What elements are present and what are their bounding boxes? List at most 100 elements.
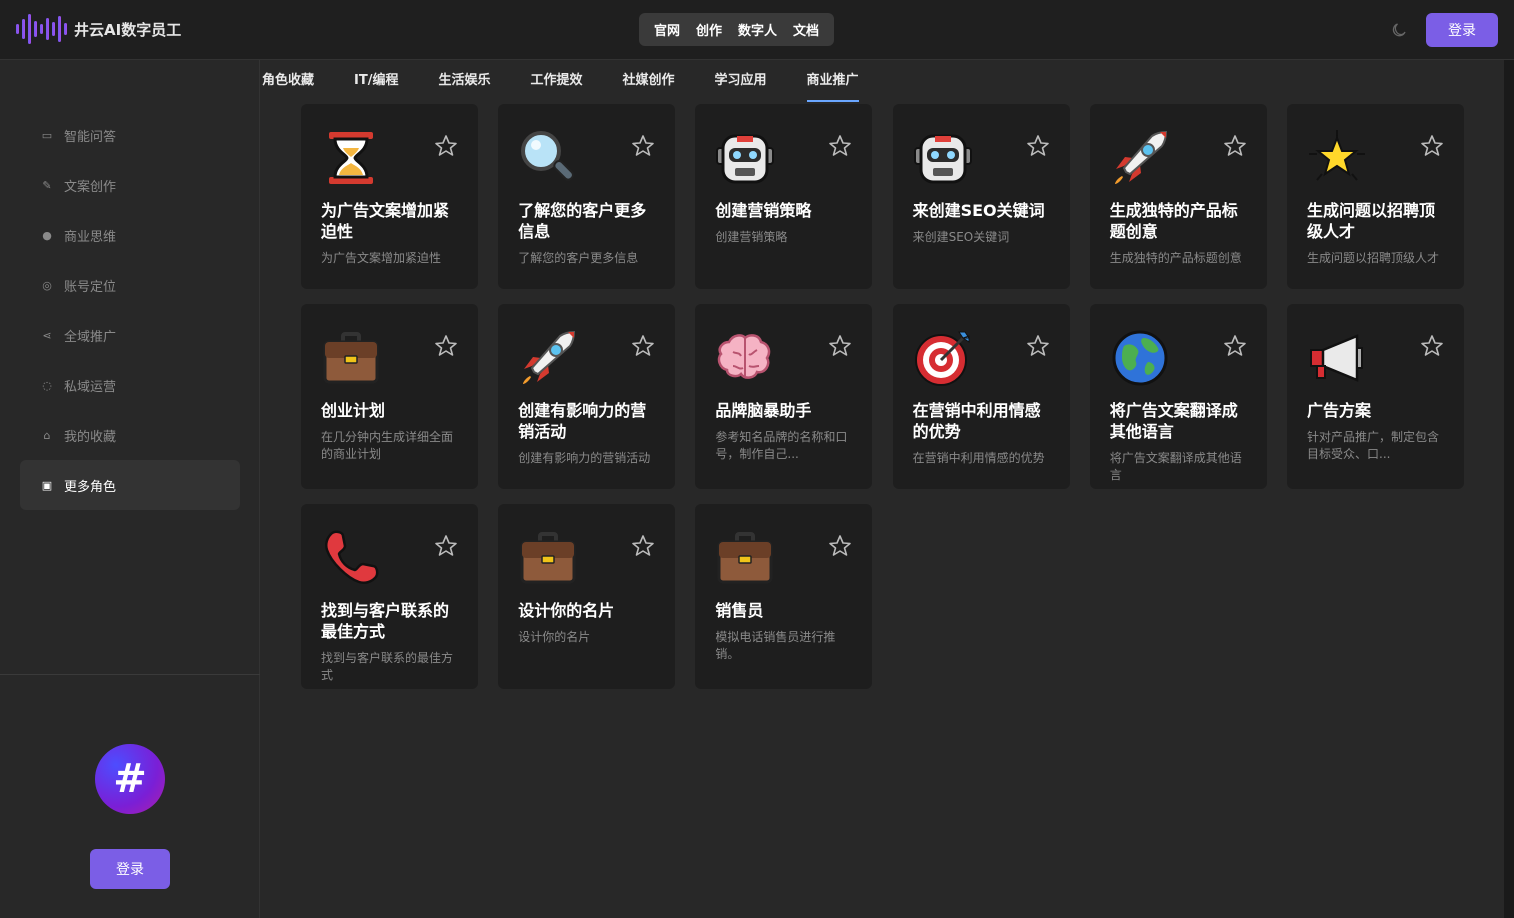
pen-icon: ✎ xyxy=(42,178,52,192)
logo[interactable]: 井云AI数字员工 xyxy=(16,14,181,44)
role-card[interactable]: 生成问题以招聘顶级人才 生成问题以招聘顶级人才 xyxy=(1287,104,1464,289)
grid-icon: ▣ xyxy=(41,478,53,492)
sidebar-item-business[interactable]: ● 商业思维 xyxy=(20,210,240,260)
card-title: 设计你的名片 xyxy=(518,601,615,620)
star-glow-icon xyxy=(1307,128,1367,188)
card-description: 了解您的客户更多信息 xyxy=(518,251,639,265)
sidebar-item-private[interactable]: ◌ 私域运营 xyxy=(20,360,240,410)
sidebar-login-button[interactable]: 登录 xyxy=(90,849,170,889)
card-description: 生成问题以招聘顶级人才 xyxy=(1307,251,1440,265)
role-card[interactable]: 销售员 模拟电话销售员进行推销。 xyxy=(695,504,873,689)
briefcase-icon xyxy=(321,328,381,388)
favorite-star-icon[interactable] xyxy=(1420,134,1444,158)
sidebar-item-label: 我的收藏 xyxy=(64,429,117,445)
favorite-star-icon[interactable] xyxy=(1223,134,1247,158)
app-name: 井云AI数字员工 xyxy=(74,20,182,39)
role-card[interactable]: 为广告文案增加紧迫性 为广告文案增加紧迫性 xyxy=(301,104,478,289)
card-description: 将广告文案翻译成其他语言 xyxy=(1109,451,1242,482)
favorite-star-icon[interactable] xyxy=(631,334,655,358)
tab-social[interactable]: 社媒创作 xyxy=(623,60,675,102)
sidebar-item-more-roles[interactable]: ▣ 更多角色 xyxy=(20,460,240,510)
tab-study[interactable]: 学习应用 xyxy=(715,60,767,102)
hourglass-icon xyxy=(321,128,381,188)
role-card[interactable]: 品牌脑暴助手 参考知名品牌的名称和口号，制作自己... xyxy=(695,304,873,489)
card-title: 创业计划 xyxy=(321,401,386,420)
card-description: 创建有影响力的营销活动 xyxy=(518,451,651,465)
card-title: 创建有影响力的营销活动 xyxy=(518,401,647,441)
nav-official-site[interactable]: 官网 xyxy=(646,20,688,39)
rocket-icon xyxy=(518,328,578,388)
moon-icon[interactable] xyxy=(1391,22,1407,38)
card-description: 创建营销策略 xyxy=(715,230,788,244)
tab-favorites[interactable]: 角色收藏 xyxy=(262,60,314,102)
sidebar-item-positioning[interactable]: ◎ 账号定位 xyxy=(20,260,240,310)
card-title: 为广告文案增加紧迫性 xyxy=(321,201,450,241)
role-card[interactable]: 创业计划在几分钟内生成详细全面的商业计划 xyxy=(301,304,478,489)
sidebar-menu: ▭ 智能问答 ✎ 文案创作 ● 商业思维 ◎ 账号定位 ⋖ 全域推广 ◌ 私域运… xyxy=(20,110,240,510)
favorite-star-icon[interactable] xyxy=(1420,334,1444,358)
sidebar-item-copywriting[interactable]: ✎ 文案创作 xyxy=(20,160,240,210)
card-description: 生成独特的产品标题创意 xyxy=(1109,251,1242,265)
role-card[interactable]: 生成独特的产品标题创意 生成独特的产品标题创意 xyxy=(1089,104,1267,289)
role-card[interactable]: 广告方案针对产品推广，制定包含目标受众、口... xyxy=(1287,304,1464,489)
divider xyxy=(0,674,260,675)
scrollbar[interactable] xyxy=(1504,60,1514,918)
favorite-star-icon[interactable] xyxy=(828,534,852,558)
sidebar: ▭ 智能问答 ✎ 文案创作 ● 商业思维 ◎ 账号定位 ⋖ 全域推广 ◌ 私域运… xyxy=(0,60,260,918)
collection-icon: ⌂ xyxy=(43,428,51,442)
favorite-star-icon[interactable] xyxy=(631,534,655,558)
sidebar-item-label: 商业思维 xyxy=(64,229,117,245)
bulb-icon: ● xyxy=(42,228,52,242)
favorite-star-icon[interactable] xyxy=(828,334,852,358)
briefcase-icon xyxy=(715,528,775,588)
card-title: 生成问题以招聘顶级人才 xyxy=(1307,201,1436,241)
card-description: 针对产品推广，制定包含目标受众、口... xyxy=(1307,430,1440,461)
nav-docs[interactable]: 文档 xyxy=(785,20,827,39)
phone-icon xyxy=(321,528,381,588)
card-title: 生成独特的产品标题创意 xyxy=(1109,201,1238,241)
role-card[interactable]: 在营销中利用情感的优势 在营销中利用情感的优势 xyxy=(892,304,1070,489)
favorite-star-icon[interactable] xyxy=(1026,134,1050,158)
sidebar-item-favorites[interactable]: ⌂ 我的收藏 xyxy=(20,410,240,460)
dart-icon xyxy=(913,328,973,388)
card-description: 在营销中利用情感的优势 xyxy=(912,451,1045,465)
share-icon: ⋖ xyxy=(42,328,52,342)
card-title: 找到与客户联系的最佳方式 xyxy=(321,601,450,641)
role-card[interactable]: 找到与客户联系的最佳方式 找到与客户联系的最佳方式 xyxy=(301,504,478,689)
tab-work[interactable]: 工作提效 xyxy=(530,60,582,102)
role-card[interactable]: 设计你的名片 设计你的名片 xyxy=(498,504,676,689)
favorite-star-icon[interactable] xyxy=(1223,334,1247,358)
sidebar-item-promotion[interactable]: ⋖ 全域推广 xyxy=(20,310,240,360)
card-description: 模拟电话销售员进行推销。 xyxy=(715,630,836,661)
role-card[interactable]: 创建营销策略 创建营销策略 xyxy=(695,104,873,289)
target-icon: ◎ xyxy=(42,278,52,292)
favorite-star-icon[interactable] xyxy=(434,334,458,358)
sidebar-item-label: 账号定位 xyxy=(64,279,117,295)
card-title: 创建营销策略 xyxy=(715,201,812,220)
sidebar-item-qa[interactable]: ▭ 智能问答 xyxy=(20,110,240,160)
soundwave-logo-icon xyxy=(16,14,67,44)
globe-icon xyxy=(1110,328,1170,388)
megaphone-icon xyxy=(1307,328,1367,388)
favorite-star-icon[interactable] xyxy=(828,134,852,158)
card-title: 广告方案 xyxy=(1307,401,1372,420)
favorite-star-icon[interactable] xyxy=(631,134,655,158)
favorite-star-icon[interactable] xyxy=(434,534,458,558)
robot-icon xyxy=(715,128,775,188)
favorite-star-icon[interactable] xyxy=(434,134,458,158)
role-card[interactable]: 了解您的客户更多信息 了解您的客户更多信息 xyxy=(498,104,676,289)
nav-create[interactable]: 创作 xyxy=(688,20,730,39)
nav-digital-human[interactable]: 数字人 xyxy=(730,20,785,39)
brain-icon xyxy=(715,328,775,388)
login-button[interactable]: 登录 xyxy=(1426,13,1498,47)
role-card[interactable]: 来创建SEO关键词 来创建SEO关键词 xyxy=(892,104,1070,289)
briefcase-icon xyxy=(518,528,578,588)
tab-it[interactable]: IT/编程 xyxy=(354,60,398,102)
role-card[interactable]: 创建有影响力的营销活动 创建有影响力的营销活动 xyxy=(498,304,676,489)
card-description: 来创建SEO关键词 xyxy=(912,230,1010,244)
favorite-star-icon[interactable] xyxy=(1026,334,1050,358)
tab-life[interactable]: 生活娱乐 xyxy=(438,60,490,102)
card-description: 在几分钟内生成详细全面的商业计划 xyxy=(321,430,454,461)
role-card[interactable]: 将广告文案翻译成其他语言 将广告文案翻译成其他语言 xyxy=(1089,304,1267,489)
tab-business-promo[interactable]: 商业推广 xyxy=(806,60,859,102)
